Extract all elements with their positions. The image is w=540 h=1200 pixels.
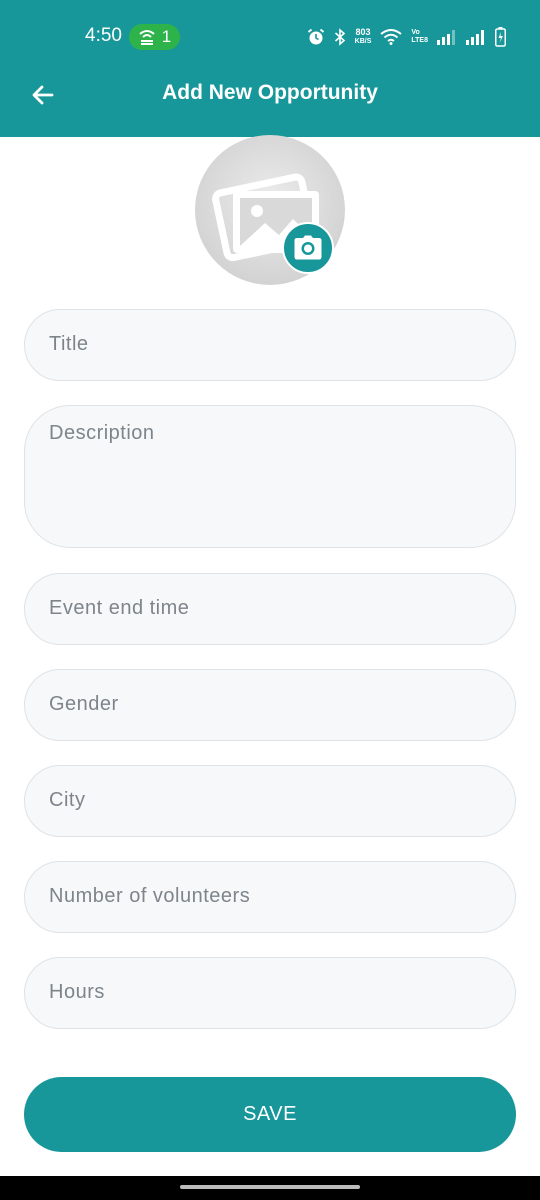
camera-icon xyxy=(294,235,322,260)
network-speed-value: 803 xyxy=(355,27,371,37)
status-bar: 4:50 1 803 KB/S Vo LTE8 xyxy=(0,0,540,72)
status-time: 4:50 xyxy=(85,25,122,46)
description-input[interactable]: Description xyxy=(24,405,516,548)
volte-indicator: Vo LTE8 xyxy=(411,29,428,45)
volte-top: Vo xyxy=(411,29,420,36)
gender-input[interactable]: Gender xyxy=(24,669,516,741)
network-speed: 803 KB/S xyxy=(355,28,372,46)
save-button[interactable]: SAVE xyxy=(24,1077,516,1152)
wifi-icon xyxy=(380,29,403,45)
bluetooth-icon xyxy=(334,28,345,46)
volunteers-input[interactable]: Number of volunteers xyxy=(24,861,516,933)
camera-button[interactable] xyxy=(282,222,334,274)
city-placeholder: City xyxy=(49,789,86,811)
title-input[interactable]: Title xyxy=(24,309,516,381)
save-button-label: SAVE xyxy=(243,1103,297,1125)
home-indicator[interactable] xyxy=(180,1185,360,1189)
navigation-bar xyxy=(0,1176,540,1200)
signal-icon xyxy=(437,30,455,45)
app-header: 4:50 1 803 KB/S Vo LTE8 Add New Opportun… xyxy=(0,0,540,137)
city-input[interactable]: City xyxy=(24,765,516,837)
hotspot-count: 1 xyxy=(161,27,172,46)
image-picker[interactable] xyxy=(195,135,345,285)
hotspot-badge: 1 xyxy=(129,24,180,50)
network-speed-unit: KB/S xyxy=(354,38,372,45)
hours-placeholder: Hours xyxy=(49,981,105,1003)
page-title: Add New Opportunity xyxy=(162,81,378,104)
description-placeholder: Description xyxy=(49,422,155,444)
status-icons: 803 KB/S Vo LTE8 xyxy=(307,22,506,52)
battery-icon xyxy=(495,27,506,47)
event-end-time-input[interactable]: Event end time xyxy=(24,573,516,645)
hours-input[interactable]: Hours xyxy=(24,957,516,1029)
alarm-icon xyxy=(307,28,324,45)
title-placeholder: Title xyxy=(49,333,89,355)
hotspot-icon xyxy=(139,30,155,45)
event-end-time-placeholder: Event end time xyxy=(49,597,190,619)
volunteers-placeholder: Number of volunteers xyxy=(49,885,251,907)
volte-bottom: LTE8 xyxy=(411,37,428,44)
gender-placeholder: Gender xyxy=(49,693,119,715)
signal-icon xyxy=(466,30,484,45)
